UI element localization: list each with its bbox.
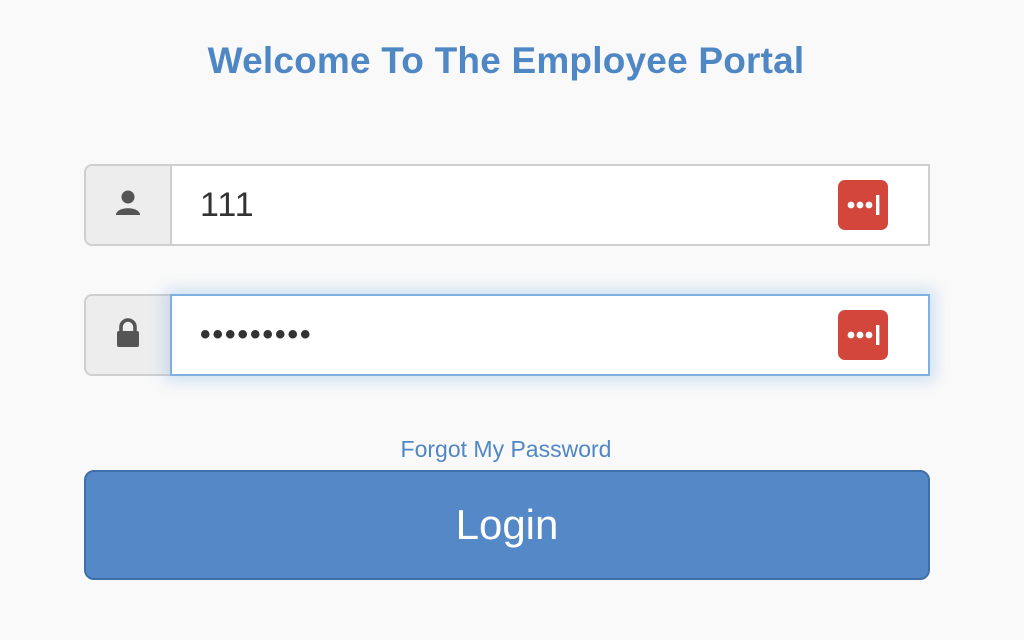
username-addon [84, 164, 170, 246]
password-field[interactable]: ••••••••• [170, 294, 930, 376]
password-input-group: ••••••••• [84, 294, 930, 376]
user-icon [114, 189, 142, 222]
password-manager-icon[interactable] [838, 180, 888, 230]
page-title: Welcome To The Employee Portal [207, 40, 805, 81]
login-page: Welcome To The Employee Portal 111 •••••… [0, 0, 1024, 640]
username-input-group: 111 [84, 164, 930, 246]
password-manager-icon[interactable] [838, 310, 888, 360]
username-value: 111 [200, 185, 255, 224]
forgot-password-link[interactable]: Forgot My Password [0, 436, 1012, 463]
password-addon [84, 294, 170, 376]
lock-icon [115, 317, 141, 353]
password-value: ••••••••• [200, 318, 313, 351]
login-button[interactable]: Login [84, 470, 930, 580]
username-field[interactable]: 111 [170, 164, 930, 246]
